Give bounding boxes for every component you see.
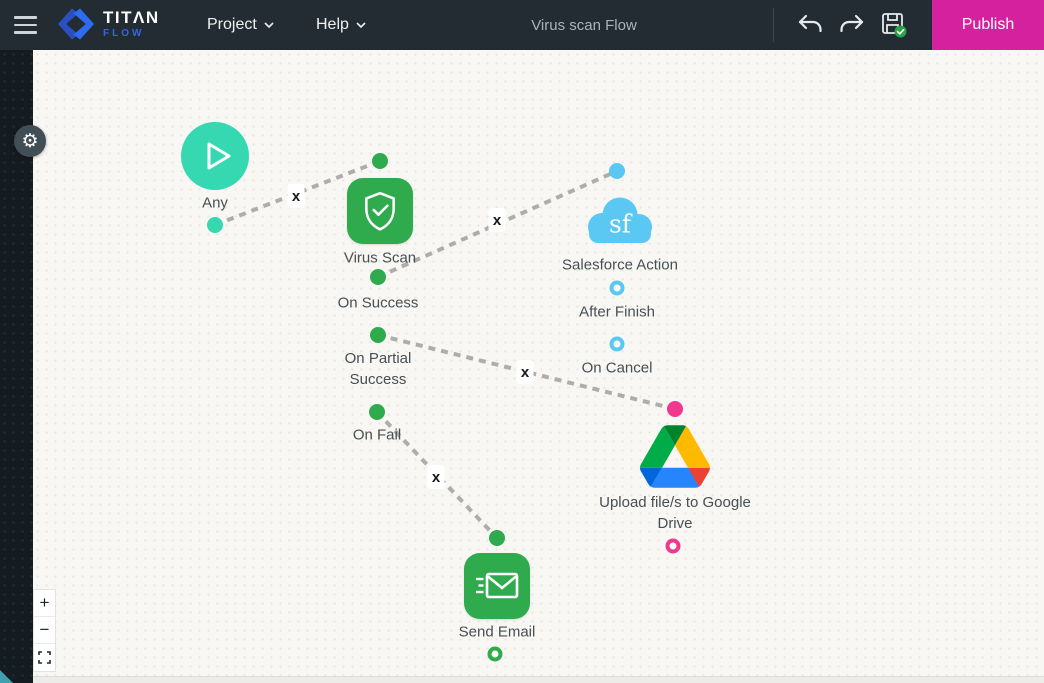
brand-title: TITΛN (103, 9, 160, 26)
undo-icon (797, 13, 823, 37)
header-divider (773, 8, 774, 42)
play-icon (194, 135, 236, 177)
connector-delete-badge[interactable]: x (288, 184, 305, 208)
port-dot[interactable] (370, 327, 386, 343)
hamburger-menu-icon[interactable] (14, 13, 38, 37)
brand-logo: TITΛN FLOW (58, 7, 160, 41)
zoom-controls: + − (33, 589, 56, 672)
port-dot[interactable] (207, 217, 223, 233)
brand-subtitle: FLOW (103, 29, 160, 39)
zoom-out-button[interactable]: − (34, 617, 55, 644)
port-dot[interactable] (372, 153, 388, 169)
gear-icon: ⚙ (21, 132, 38, 151)
minus-icon: − (40, 620, 50, 640)
flow-title: Virus scan Flow (531, 0, 637, 50)
google-drive-icon (640, 425, 710, 488)
settings-button[interactable]: ⚙ (14, 125, 46, 157)
port-dot[interactable] (489, 530, 505, 546)
port-ring[interactable] (488, 647, 503, 662)
port-dot[interactable] (370, 269, 386, 285)
node-any[interactable] (181, 122, 249, 190)
port-dot[interactable] (369, 404, 385, 420)
port-ring[interactable] (610, 337, 625, 352)
chevron-down-icon (264, 20, 274, 30)
node-google-drive[interactable] (640, 425, 710, 488)
save-icon (880, 11, 908, 39)
fit-screen-button[interactable] (34, 644, 55, 671)
port-dot[interactable] (609, 163, 625, 179)
chevron-down-icon (356, 20, 366, 30)
save-button[interactable] (880, 11, 908, 39)
menu-help[interactable]: Help (316, 0, 366, 50)
connector-delete-badge[interactable]: x (428, 465, 445, 489)
shield-check-icon (359, 190, 401, 232)
node-virus-scan[interactable] (347, 178, 413, 244)
publish-button[interactable]: Publish (932, 0, 1044, 50)
undo-button[interactable] (796, 11, 824, 39)
node-send-email[interactable] (464, 553, 530, 619)
redo-button[interactable] (838, 11, 866, 39)
saved-check-icon (895, 26, 907, 38)
menu-project[interactable]: Project (207, 0, 274, 50)
node-salesforce[interactable]: sf (583, 195, 657, 247)
plus-icon: + (40, 593, 50, 613)
sf-label: sf (609, 210, 631, 239)
corner-accent (0, 670, 13, 683)
connector-delete-badge[interactable]: x (517, 360, 534, 384)
titan-diamond-icon (58, 7, 94, 41)
horizontal-scrollbar[interactable] (33, 676, 1044, 683)
port-ring[interactable] (666, 539, 681, 554)
port-dot[interactable] (667, 401, 683, 417)
port-ring[interactable] (610, 281, 625, 296)
redo-icon (839, 13, 865, 37)
connector-delete-badge[interactable]: x (489, 208, 506, 232)
fullscreen-icon (38, 651, 51, 664)
zoom-in-button[interactable]: + (34, 590, 55, 617)
email-icon (474, 568, 520, 604)
top-bar: TITΛN FLOW Project Help Virus scan Flow (0, 0, 1044, 50)
